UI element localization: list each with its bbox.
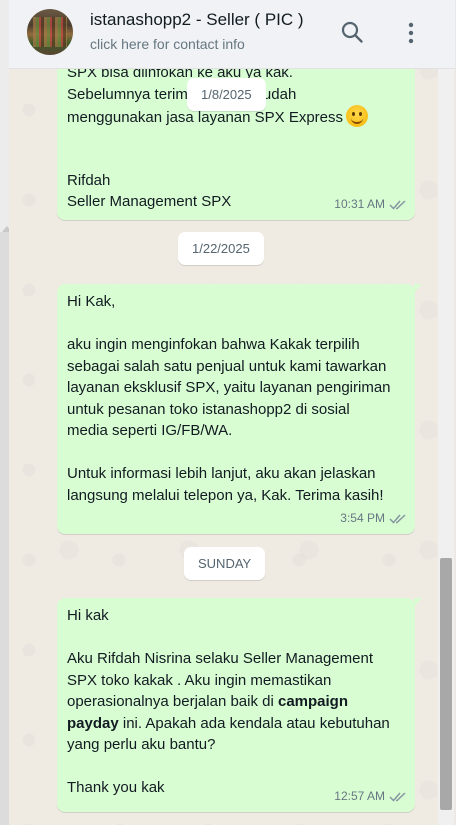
bubble-tail xyxy=(414,284,422,293)
message-meta: 12:57 AM xyxy=(334,786,407,808)
bold-text: campaign xyxy=(277,693,349,710)
smiling-face-emoji-icon xyxy=(346,105,369,127)
message-line: payday ini. Apakah ada kendala atau kebu… xyxy=(67,714,390,732)
menu-icon[interactable] xyxy=(399,20,423,46)
date-label: 1/22/2025 xyxy=(192,241,250,256)
message-meta: 10:31 AM xyxy=(334,194,407,216)
message-line: Hi kak xyxy=(67,607,109,624)
message-line: untuk pesanan toko istanashopp2 di sosia… xyxy=(67,400,350,418)
date-separator: 1/8/2025 xyxy=(187,78,266,111)
date-label: SUNDAY xyxy=(198,556,252,571)
message-line: Rifdah xyxy=(67,171,111,189)
message-line: Untuk informasi lebih lanjut, aku akan j… xyxy=(67,465,376,482)
message-line: langsung melalui telepon ya, Kak. Terima… xyxy=(67,486,384,504)
message-line: SPX toko kakak . Aku ingin memastikan xyxy=(67,671,332,689)
scrollbar-thumb[interactable] xyxy=(440,558,452,810)
right-edge-strip xyxy=(455,0,469,825)
bold-text: payday xyxy=(67,714,119,732)
message-bubble[interactable]: Hi kak Aku Rifdah Nisrina selaku Seller … xyxy=(57,598,422,812)
date-label: 1/8/2025 xyxy=(201,87,252,102)
bubble-tail xyxy=(414,598,422,607)
double-check-icon xyxy=(389,200,406,210)
date-separator: SUNDAY xyxy=(184,547,266,580)
double-check-icon xyxy=(389,792,406,802)
search-icon[interactable] xyxy=(340,20,364,46)
message-line: sebagai salah satu penjual untuk kami ta… xyxy=(67,357,387,375)
message-line: aku ingin menginfokan bahwa Kakak terpil… xyxy=(67,336,360,353)
chat-header[interactable]: istanashopp2 - Seller ( PIC ) click here… xyxy=(9,0,455,69)
message-time: 10:31 AM xyxy=(334,196,385,211)
message-time: 12:57 AM xyxy=(334,788,385,803)
left-edge-lower xyxy=(0,232,9,825)
date-separator: 1/22/2025 xyxy=(178,232,264,265)
avatar[interactable] xyxy=(27,9,73,55)
message-line: media seperti IG/FB/WA. xyxy=(67,422,233,439)
message-time: 3:54 PM xyxy=(340,510,385,525)
chat-title[interactable]: istanashopp2 - Seller ( PIC ) xyxy=(90,10,304,30)
double-check-icon xyxy=(389,514,406,524)
message-bubble[interactable]: Hi Kak, aku ingin menginfokan bahwa Kaka… xyxy=(57,284,422,534)
message-meta: 3:54 PM xyxy=(340,508,407,530)
left-edge-strip xyxy=(0,0,12,825)
message-line: layanan eksklusif SPX, yaitu layanan pen… xyxy=(67,379,391,396)
contact-info-link[interactable]: click here for contact info xyxy=(90,36,245,52)
message-line: yang perlu aku bantu? xyxy=(67,736,216,753)
message-line: Hi Kak, xyxy=(67,293,116,310)
message-line: Aku Rifdah Nisrina selaku Seller Managem… xyxy=(67,650,373,667)
message-line: operasionalnya berjalan baik di campaign xyxy=(67,693,349,710)
